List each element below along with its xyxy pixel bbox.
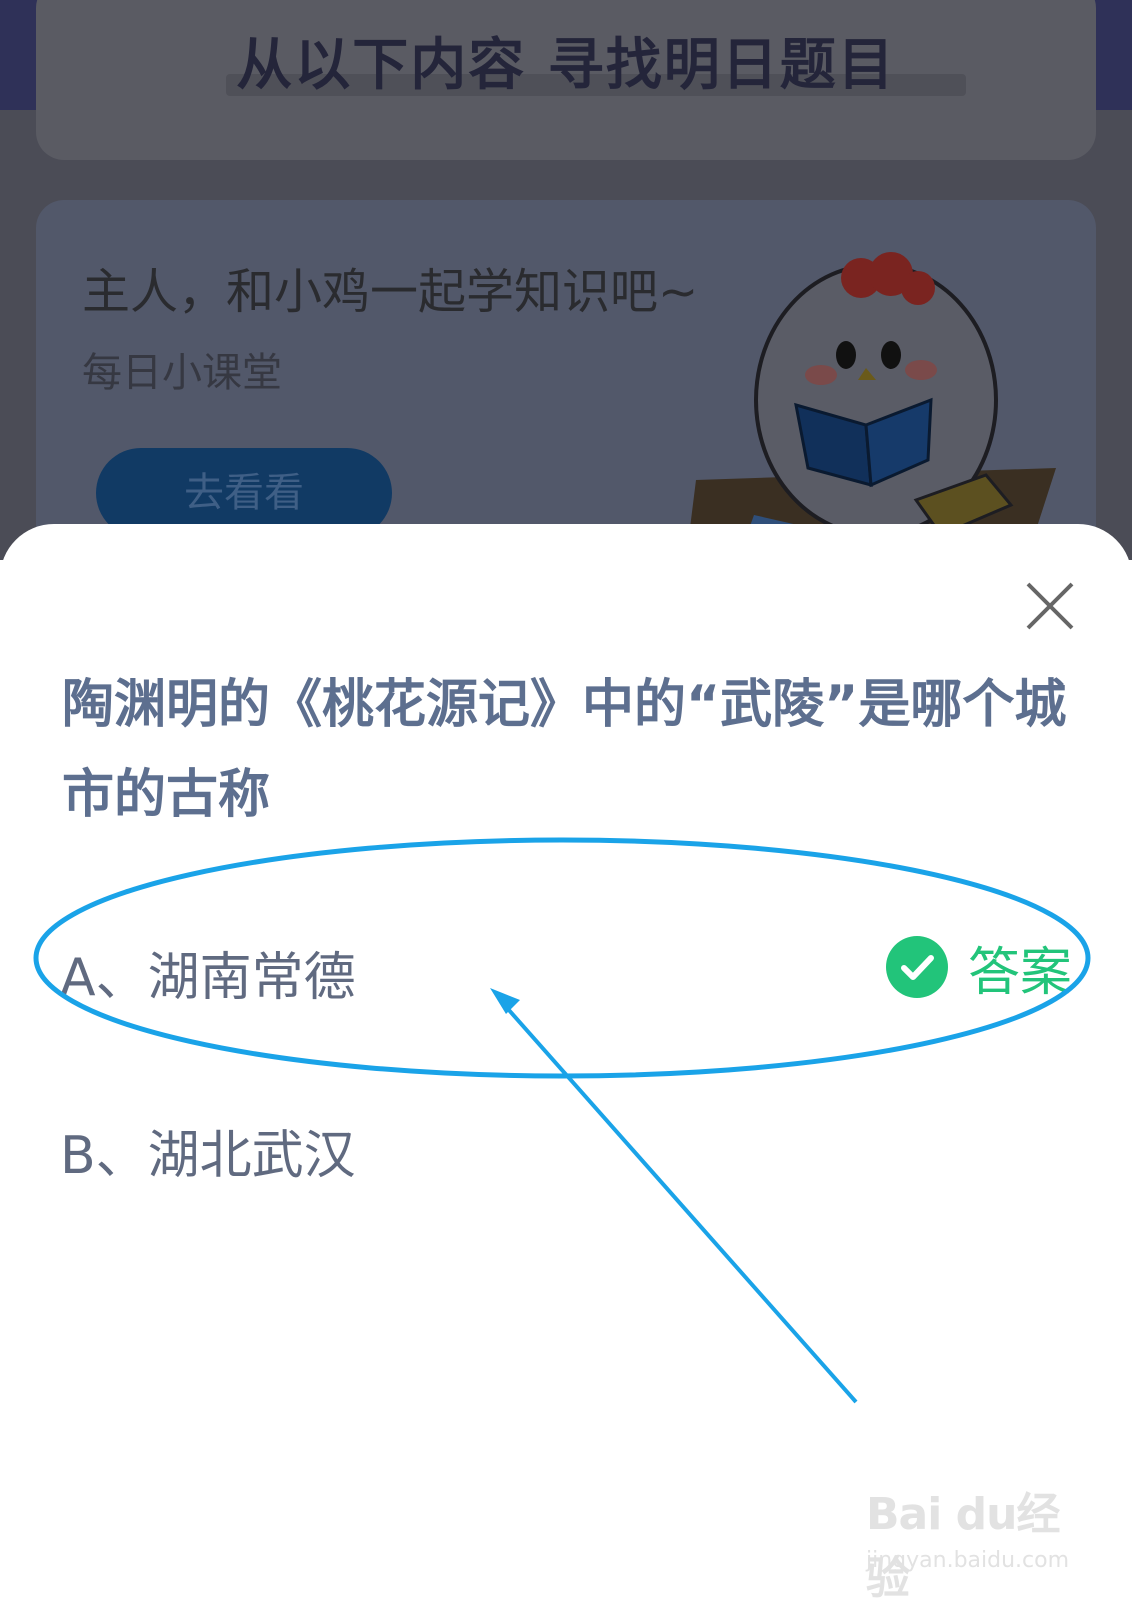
option-b[interactable]: B、湖北武汉 (60, 1113, 356, 1188)
watermark-url: jingyan.baidu.com (866, 1548, 1070, 1573)
title-card: 从以下内容 寻找明日题目 (36, 0, 1096, 160)
close-icon[interactable] (1022, 578, 1078, 634)
check-icon (886, 936, 948, 998)
chick-reading-illustration (686, 252, 1056, 560)
correct-answer-badge: 答案 (886, 935, 1072, 1003)
promo-card[interactable]: 主人，和小鸡一起学知识吧~ 每日小课堂 去看看 (36, 200, 1096, 560)
option-a[interactable]: A、湖南常德 (60, 935, 356, 1010)
promo-title: 主人，和小鸡一起学知识吧~ (82, 264, 699, 320)
watermark-logo: Bai du经验 (866, 1489, 1060, 1604)
background-page: 从以下内容 寻找明日题目 主人，和小鸡一起学知识吧~ 每日小课堂 去看看 (0, 0, 1132, 560)
question-text: 陶渊明的《桃花源记》中的“武陵”是哪个城市的古称 (62, 675, 1067, 825)
page-title: 从以下内容 寻找明日题目 (236, 33, 896, 98)
promo-subtitle: 每日小课堂 (82, 350, 282, 396)
answer-label: 答案 (968, 942, 1073, 1003)
baidu-watermark: Bai du经验 jingyan.baidu.com (866, 1478, 1076, 1604)
